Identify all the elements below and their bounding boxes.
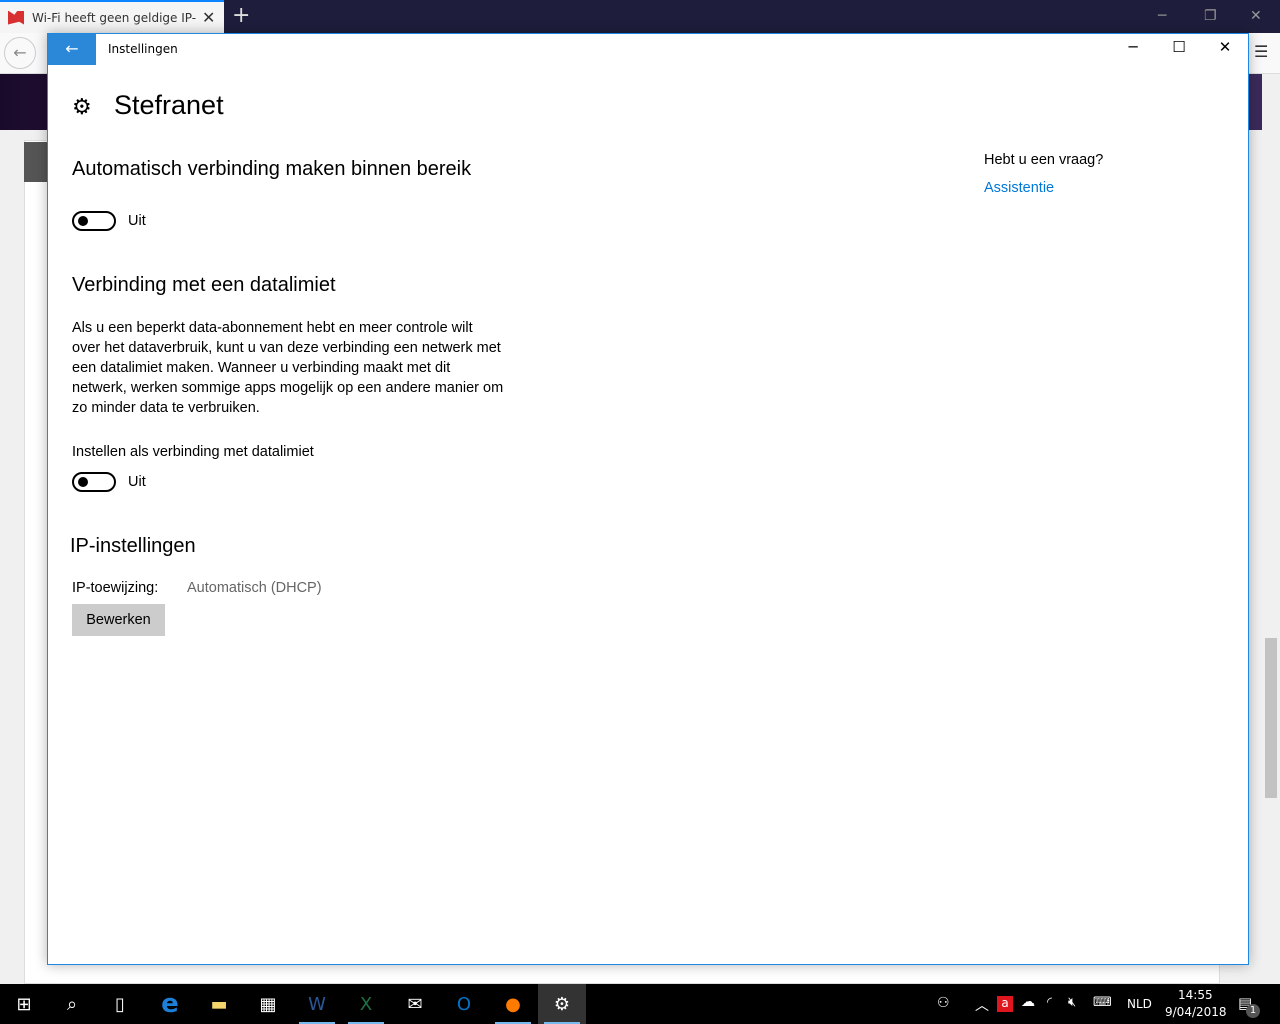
wifi-icon[interactable]: ◜	[1047, 995, 1052, 1010]
task-view-icon[interactable]: ▯	[96, 984, 144, 1024]
settings-gear-icon[interactable]: ⚙	[538, 984, 586, 1024]
maximize-button[interactable]: ☐	[1156, 38, 1202, 56]
browser-close-button[interactable]: ✕	[1250, 8, 1262, 24]
metered-toggle-label: Instellen als verbinding met datalimiet	[72, 444, 314, 460]
browser-back-button[interactable]: ←	[4, 37, 36, 69]
taskbar: ⊞ ⌕ ▯ e ▬ ▦ W X ✉ O ● ⚙ ⚇ ︿ a ☁ ◜ 🔇︎ ⌨ N…	[0, 984, 1280, 1024]
start-windows-icon[interactable]: ⊞	[0, 984, 48, 1024]
mail-icon[interactable]: ✉	[391, 984, 439, 1024]
auto-connect-heading: Automatisch verbinding maken binnen bere…	[72, 158, 472, 180]
scrollbar-thumb[interactable]	[1265, 638, 1277, 798]
ip-assignment-value: Automatisch (DHCP)	[187, 580, 322, 596]
browser-tab[interactable]: Wi-Fi heeft geen geldige IP-configuratie…	[0, 0, 224, 33]
assistance-link[interactable]: Assistentie	[984, 178, 1054, 198]
file-explorer-icon[interactable]: ▬	[195, 984, 243, 1024]
site-favicon-icon	[8, 10, 24, 25]
menu-icon[interactable]: ☰	[1254, 42, 1268, 61]
scrollbar[interactable]	[1262, 74, 1280, 984]
browser-tab-bar: Wi-Fi heeft geen geldige IP-configuratie…	[0, 0, 1280, 33]
ip-assignment-label: IP-toewijzing:	[72, 580, 159, 596]
minimize-button[interactable]: ─	[1110, 38, 1156, 56]
auto-connect-toggle[interactable]	[72, 211, 116, 231]
new-tab-button[interactable]: +	[232, 3, 250, 28]
tab-title: Wi-Fi heeft geen geldige IP-configuratie	[32, 10, 196, 25]
metered-toggle[interactable]	[72, 472, 116, 492]
metered-description: Als u een beperkt data-abonnement hebt e…	[72, 320, 504, 416]
metered-heading: Verbinding met een datalimiet	[72, 274, 336, 296]
keyboard-icon[interactable]: ⌨	[1093, 995, 1112, 1010]
people-icon[interactable]: ⚇	[937, 995, 950, 1011]
onedrive-icon[interactable]: ☁	[1021, 994, 1035, 1010]
browser-restore-button[interactable]: ❐	[1204, 8, 1217, 24]
excel-icon[interactable]: X	[342, 984, 390, 1024]
window-title: Instellingen	[108, 42, 178, 56]
avira-icon[interactable]: a	[997, 996, 1013, 1012]
browser-minimize-button[interactable]: ─	[1158, 8, 1166, 24]
edit-button[interactable]: Bewerken	[72, 604, 165, 636]
word-icon[interactable]: W	[293, 984, 341, 1024]
auto-connect-state: Uit	[128, 213, 146, 229]
metered-state: Uit	[128, 474, 146, 490]
clock-date[interactable]: 9/04/2018	[1165, 1005, 1227, 1019]
firefox-icon[interactable]: ●	[489, 984, 537, 1024]
settings-window: ← Instellingen ─ ☐ ✕ ⚙ Stefranet Automat…	[47, 33, 1249, 965]
gear-icon: ⚙	[72, 94, 92, 119]
store-icon[interactable]: ▦	[244, 984, 292, 1024]
language-indicator[interactable]: NLD	[1127, 997, 1152, 1011]
volume-muted-icon[interactable]: 🔇︎	[1068, 995, 1076, 1010]
ip-heading: IP-instellingen	[70, 535, 196, 557]
back-button[interactable]: ←	[48, 34, 96, 65]
edge-icon[interactable]: e	[146, 984, 194, 1024]
search-icon[interactable]: ⌕	[48, 984, 96, 1024]
chevron-up-icon[interactable]: ︿	[975, 995, 989, 1015]
page-button[interactable]	[24, 142, 48, 182]
help-question: Hebt u een vraag?	[984, 152, 1104, 168]
page-title: Stefranet	[114, 90, 224, 120]
notification-count: 1	[1246, 1004, 1260, 1018]
outlook-icon[interactable]: O	[440, 984, 488, 1024]
close-tab-button[interactable]: ✕	[202, 8, 215, 27]
clock-time[interactable]: 14:55	[1178, 988, 1213, 1002]
close-button[interactable]: ✕	[1202, 38, 1248, 56]
